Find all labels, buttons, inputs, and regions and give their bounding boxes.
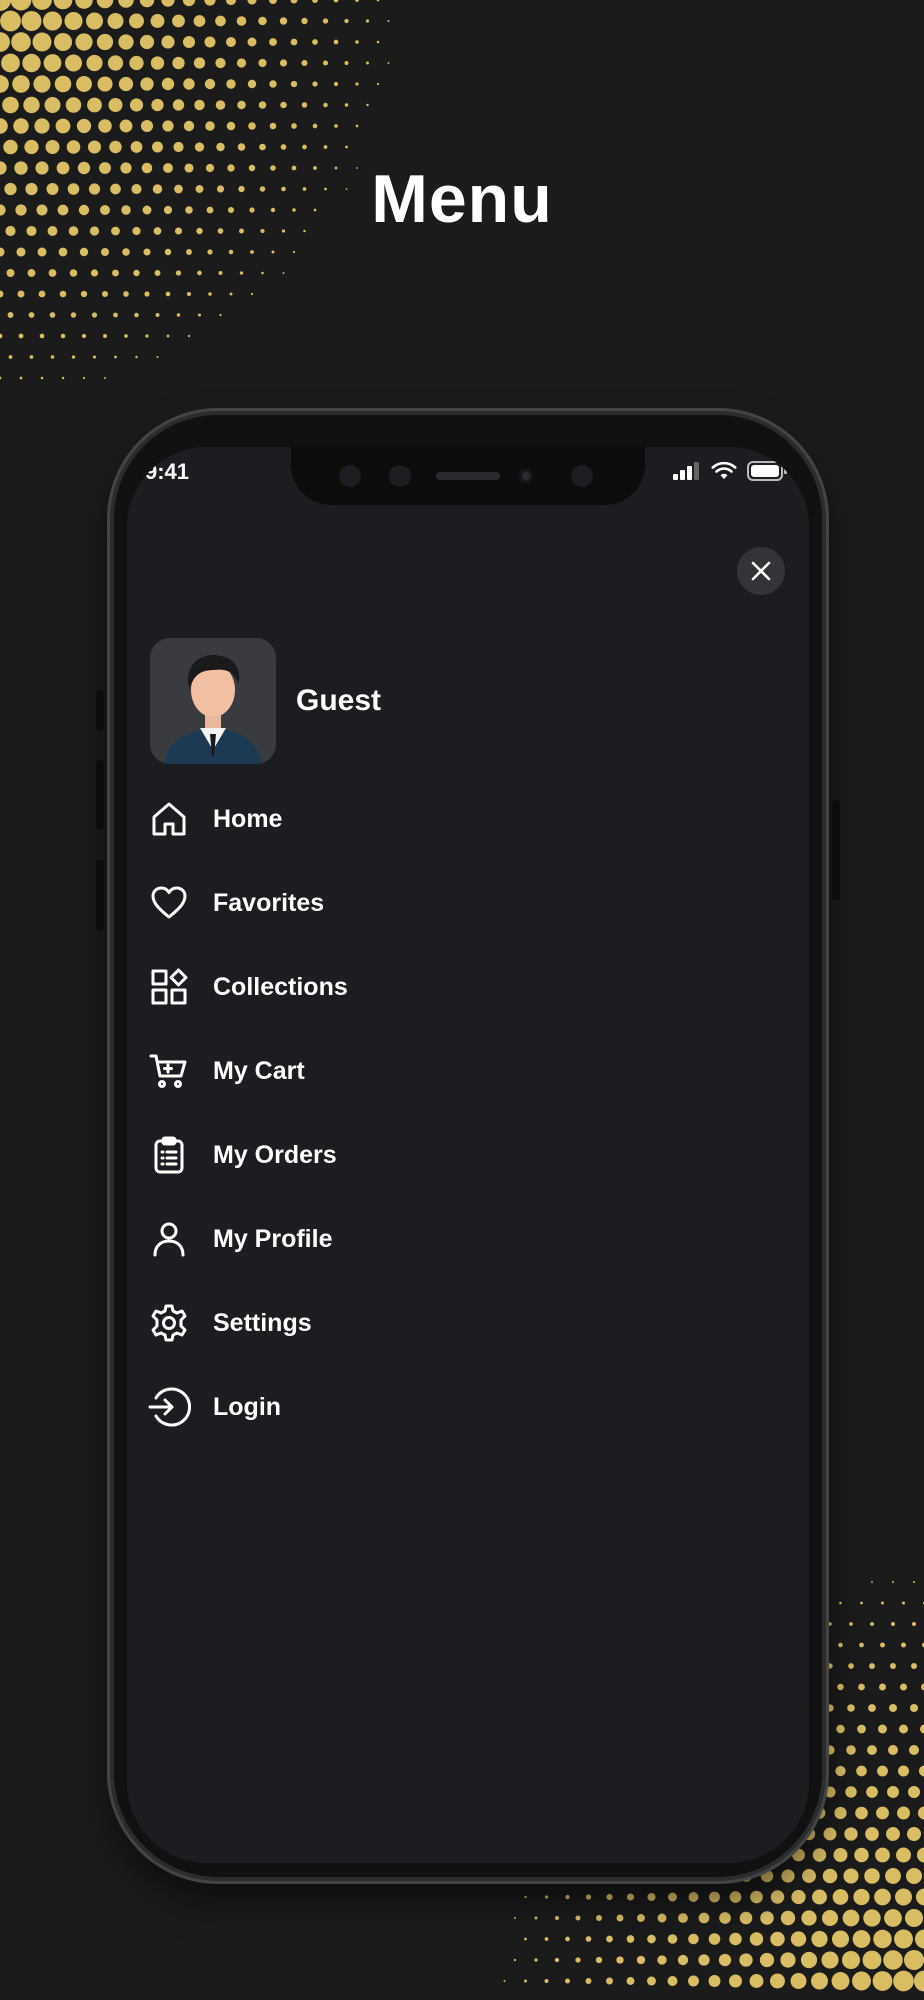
sensor-dot [571,465,593,487]
user-profile-header[interactable]: Guest [150,638,381,764]
clipboard-icon [147,1133,191,1177]
status-icons [673,461,787,481]
phone-volume-down [96,860,104,930]
menu-item-home[interactable]: Home [147,777,789,861]
cart-icon [147,1049,191,1093]
menu-label: Login [213,1392,282,1421]
menu-label: Favorites [213,888,325,917]
menu-item-settings[interactable]: Settings [147,1281,789,1365]
user-icon [147,1217,191,1261]
menu-label: My Cart [213,1056,305,1085]
page-title: Menu [371,161,553,237]
menu-label: My Profile [213,1224,333,1253]
home-icon [147,797,191,841]
login-icon [147,1385,191,1429]
menu-item-favorites[interactable]: Favorites [147,861,789,945]
close-button[interactable] [737,547,785,595]
phone-power-button [832,800,840,900]
sensor-dot [389,465,411,487]
avatar [150,638,276,764]
app-screen: 9:41 Guest Home Favorites Collections My… [127,447,809,1863]
collections-icon [147,965,191,1009]
signal-icon [673,462,699,480]
speaker-grille [436,472,500,480]
phone-mute-switch [96,690,104,730]
menu-item-my-profile[interactable]: My Profile [147,1197,789,1281]
menu-item-my-cart[interactable]: My Cart [147,1029,789,1113]
heart-icon [147,881,191,925]
battery-icon [747,461,787,481]
phone-mockup: 9:41 Guest Home Favorites Collections My… [96,415,840,1877]
phone-notch [291,447,645,505]
menu-label: Settings [213,1308,312,1337]
status-time: 9:41 [145,459,190,484]
close-icon [751,561,771,581]
menu-item-collections[interactable]: Collections [147,945,789,1029]
menu-label: Collections [213,972,348,1001]
front-camera [519,469,533,483]
user-name: Guest [296,684,382,717]
wifi-icon [711,461,737,479]
menu-item-login[interactable]: Login [147,1365,789,1449]
menu-label: Home [213,804,283,833]
menu-item-my-orders[interactable]: My Orders [147,1113,789,1197]
sensor-dot [339,465,361,487]
menu-label: My Orders [213,1140,337,1169]
phone-volume-up [96,760,104,830]
gear-icon [147,1301,191,1345]
drawer-menu: Home Favorites Collections My Cart My Or… [147,777,789,1449]
